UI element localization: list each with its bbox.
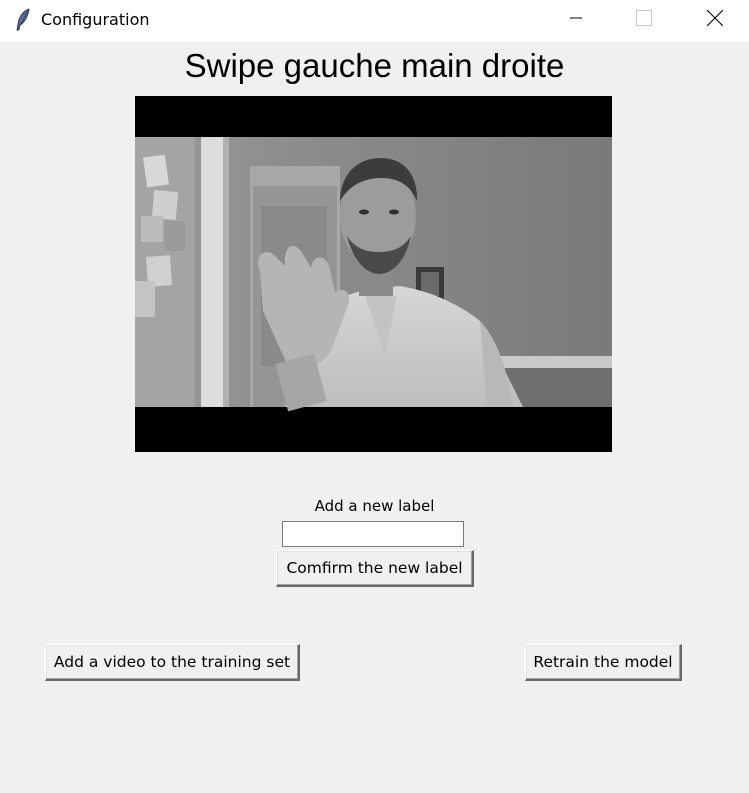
new-label-caption: Add a new label (314, 497, 435, 515)
maximize-icon (636, 9, 652, 31)
close-button[interactable] (692, 0, 738, 40)
video-preview (135, 96, 612, 452)
configuration-window: Configuration Swipe gauche main droite A… (0, 0, 749, 793)
minimize-button[interactable] (553, 0, 599, 40)
maximize-button[interactable] (621, 0, 667, 40)
retrain-model-button[interactable]: Retrain the model (525, 644, 682, 681)
confirm-label-button[interactable]: Comfirm the new label (276, 550, 474, 587)
close-icon (706, 9, 724, 31)
page-title: Swipe gauche main droite (184, 47, 565, 84)
title-bar[interactable]: Configuration (0, 0, 749, 42)
webcam-frame-image (135, 137, 612, 412)
feather-icon (14, 8, 32, 32)
new-label-input[interactable] (282, 521, 464, 547)
minimize-icon (570, 11, 582, 29)
window-title: Configuration (41, 10, 150, 29)
add-video-button[interactable]: Add a video to the training set (45, 644, 300, 681)
